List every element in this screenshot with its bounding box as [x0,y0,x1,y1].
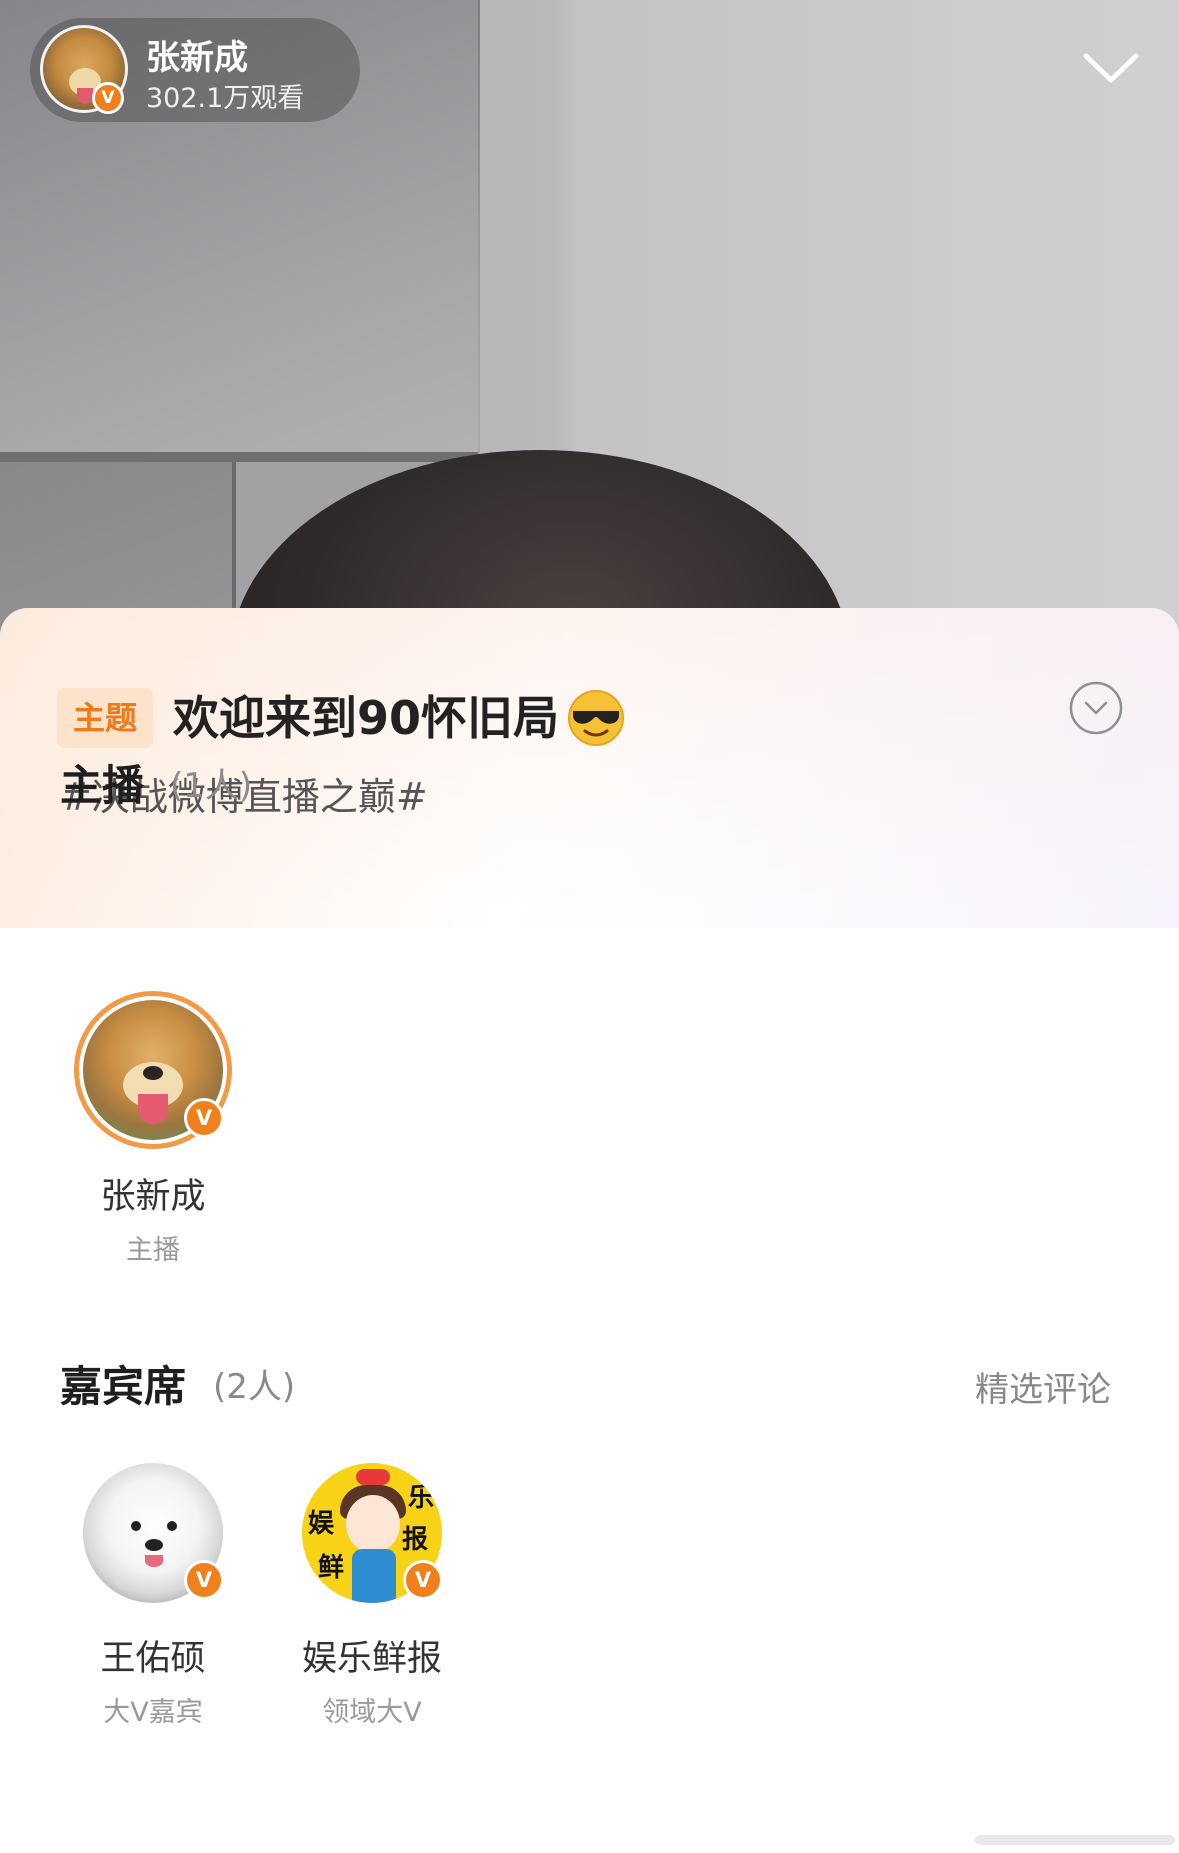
anchors-section-title: 主播 [60,761,145,810]
logo-char: 鲜 [318,1553,345,1583]
avatar-dog-eye [167,1521,177,1531]
guest-role: 领域大V [322,1697,422,1728]
guests-section-title: 嘉宾席 [60,1362,187,1411]
topic-title: 欢迎来到90怀旧局 [173,691,560,745]
avatar-dog-tongue [145,1555,163,1567]
topic-tag: 主题 [57,688,154,748]
sunglasses-emoji-icon [568,690,625,746]
chevron-down-icon[interactable] [1080,48,1142,88]
anchors-count: (1人) [170,766,253,806]
guests-count: (2人) [213,1367,296,1407]
avatar-dog-nose [143,1066,163,1080]
logo-char: 乐 [408,1483,435,1513]
guest-role: 大V嘉宾 [103,1697,203,1728]
logo-girl-dress [352,1549,396,1603]
avatar-dog-tongue [77,88,93,104]
guest-name[interactable]: 王佑硕 [43,1630,263,1681]
avatar-dog-eye [131,1521,141,1531]
featured-comments-link[interactable]: 精选评论 [975,1362,1111,1411]
topic-row: 主题 欢迎来到90怀旧局 [57,686,625,750]
video-cabinet-edge [0,452,478,462]
verified-badge-icon: V [92,82,124,114]
verified-badge-icon: V [184,1098,224,1138]
logo-char: 娱 [308,1509,335,1539]
home-indicator [975,1835,1175,1845]
host-name: 张新成 [146,38,248,78]
avatar-dog-tongue [138,1094,168,1124]
logo-char: 报 [402,1525,429,1555]
logo-girl-face [346,1495,400,1553]
guest-name[interactable]: 娱乐鲜报 [262,1630,482,1681]
viewer-count: 302.1万观看 [146,83,305,114]
verified-badge-icon: V [184,1560,224,1600]
anchor-role: 主播 [126,1235,180,1266]
expand-circle-icon[interactable] [1068,680,1124,736]
avatar-dog-nose [145,1539,163,1551]
verified-badge-icon: V [403,1560,443,1600]
anchor-name[interactable]: 张新成 [43,1168,263,1219]
logo-bow [356,1469,390,1485]
